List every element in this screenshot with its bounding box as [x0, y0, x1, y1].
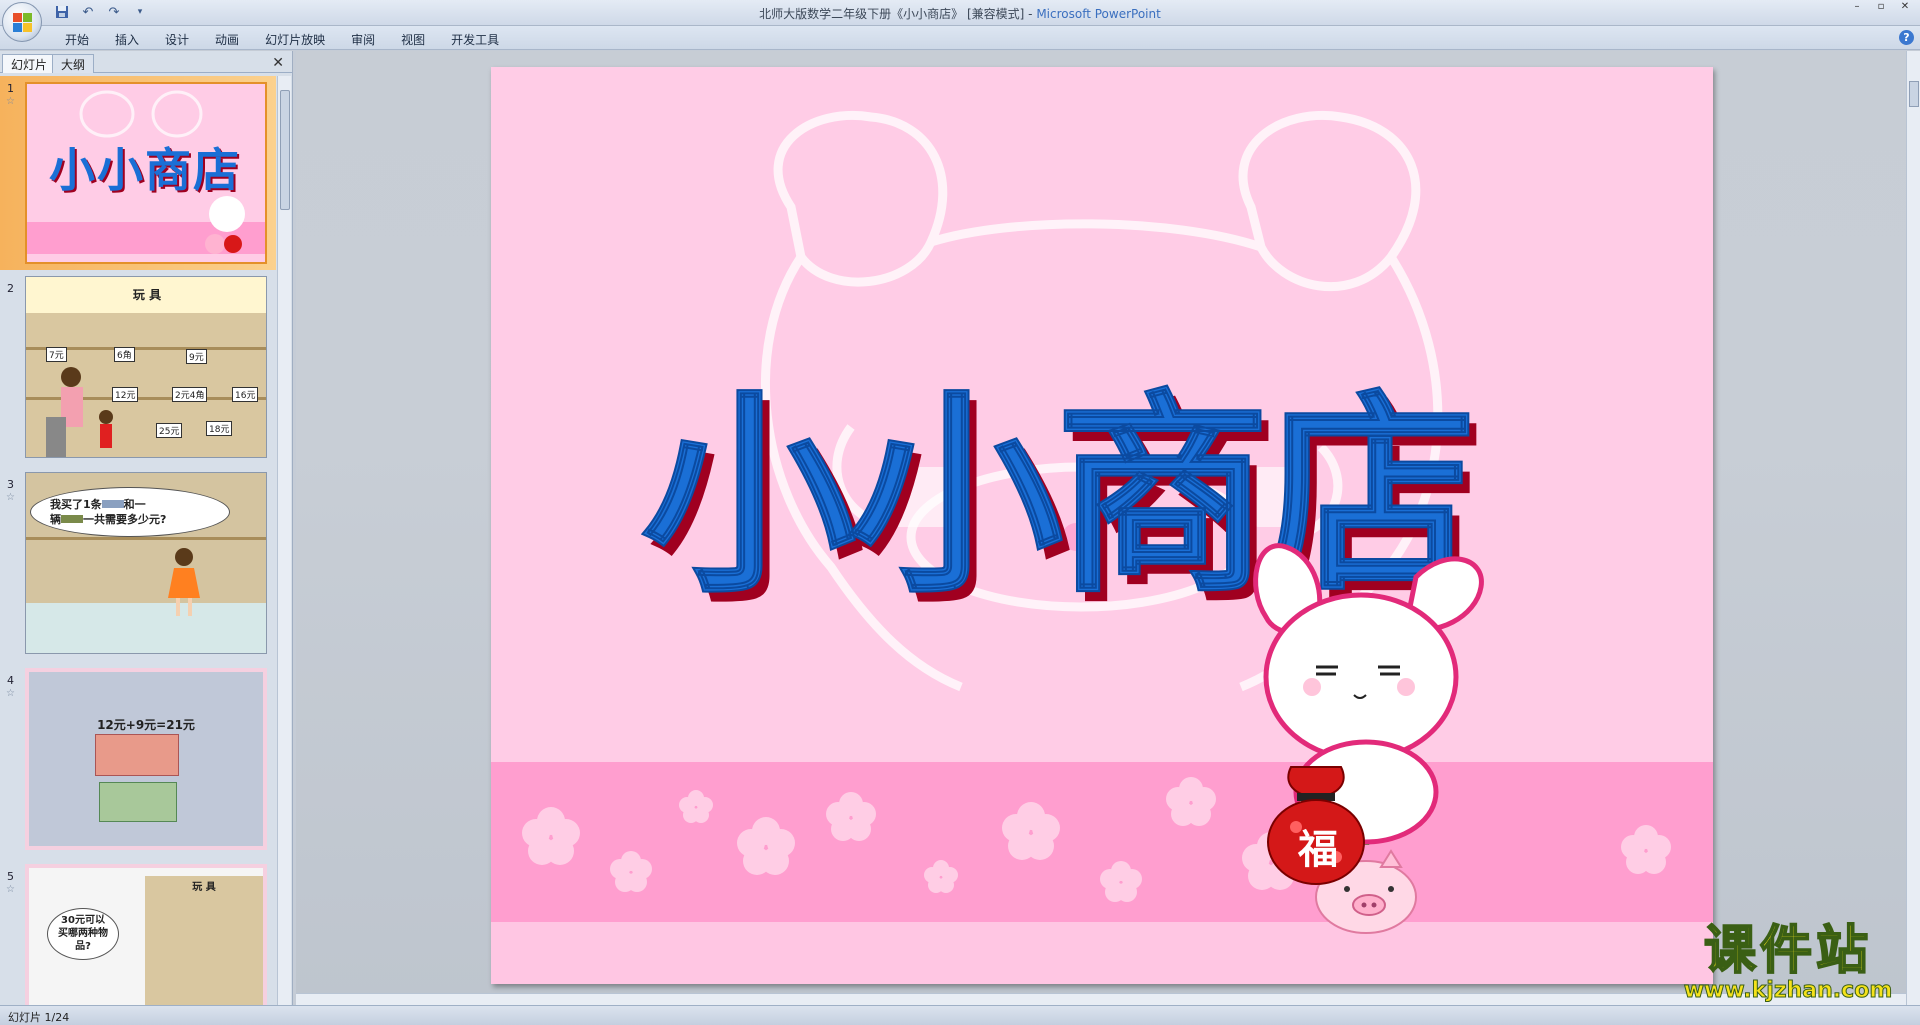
tab-developer[interactable]: 开发工具: [438, 29, 512, 47]
thumbnail-bubble: 我买了1条 和一 辆 一共需要多少元?: [50, 497, 210, 527]
tab-outline[interactable]: 大纲: [52, 54, 95, 73]
scrollbar-thumb[interactable]: [1909, 81, 1919, 107]
animation-star-icon: ☆: [6, 492, 15, 503]
tab-slide-show[interactable]: 幻灯片放映: [252, 29, 338, 47]
close-panel-icon[interactable]: ✕: [272, 55, 284, 71]
slide-number: 2: [7, 282, 14, 295]
thumbnail-equation: 12元+9元=21元: [97, 718, 195, 732]
title-bar: ↶ ↷ ▾ 北师大版数学二年级下册《小小商店》 [兼容模式] - Microso…: [0, 0, 1920, 26]
bottom-band: [491, 922, 1713, 984]
slide-thumbnail-2[interactable]: 2 玩 具 7元 6角 9元 12元 2元4角 16元 25元 18元: [0, 276, 276, 466]
thumbnail-image: 小小商店: [25, 82, 267, 264]
office-logo-icon: [13, 13, 33, 33]
bubble-text: 一共需要多少元?: [83, 513, 167, 526]
tab-home[interactable]: 开始: [52, 29, 102, 47]
lucky-bag-char: 福: [1298, 827, 1338, 873]
app-name: Microsoft PowerPoint: [1036, 7, 1161, 21]
price-label: 9元: [186, 349, 207, 364]
watermark-url: www.kjzhan.com: [1683, 978, 1893, 1003]
flower-decorations: [522, 777, 1671, 902]
bubble-text: 和一: [123, 498, 146, 511]
window-title: 北师大版数学二年级下册《小小商店》 [兼容模式] - Microsoft Pow…: [0, 5, 1920, 22]
slide-thumbnail-4[interactable]: 4 ☆ 12元+9元=21元: [0, 668, 276, 858]
animation-star-icon: ☆: [6, 884, 15, 895]
slide-counter: 幻灯片 1/24: [8, 1011, 70, 1024]
office-button[interactable]: [2, 2, 42, 42]
document-title: 北师大版数学二年级下册《小小商店》 [兼容模式] -: [759, 7, 1037, 21]
slides-panel: 幻灯片 大纲 ✕ 1 ☆ 小小商店 2 玩 具 7元 6角 9元 12元 2元4…: [0, 51, 293, 1005]
scrollbar-thumb[interactable]: [280, 90, 290, 210]
panel-tabs: 幻灯片 大纲 ✕: [0, 53, 292, 73]
bubble-text: 我买了1条: [50, 498, 102, 511]
slide-number: 4: [7, 674, 14, 687]
status-bar: 幻灯片 1/24: [0, 1005, 1920, 1025]
bubble-text: 辆: [50, 513, 61, 526]
slide-thumbnail-1[interactable]: 1 ☆ 小小商店: [0, 76, 276, 270]
maximize-icon[interactable]: ▫: [1870, 2, 1892, 14]
slide-thumbnail-5[interactable]: 5 ☆ 玩 具 30元可以买哪两种物品?: [0, 864, 276, 1005]
thumbnail-image: 我买了1条 和一 辆 一共需要多少元?: [25, 472, 267, 654]
slide-thumbnail-3[interactable]: 3 ☆ 我买了1条 和一 辆 一共需要多少元?: [0, 472, 276, 662]
help-icon[interactable]: ?: [1899, 30, 1914, 45]
editor-vertical-scrollbar[interactable]: [1906, 51, 1920, 1005]
watermark-cn: 课件站: [1703, 921, 1872, 981]
thumbnail-header: 玩 具: [26, 277, 266, 313]
slide-number: 5: [7, 870, 14, 883]
slide-editor: 小小商店 小小商店 福: [296, 51, 1906, 1005]
panel-scrollbar[interactable]: [277, 76, 291, 1005]
slide-number: 3: [7, 478, 14, 491]
ribbon: 开始 插入 设计 动画 幻灯片放映 审阅 视图 开发工具 ?: [0, 26, 1920, 50]
price-label: 16元: [232, 387, 259, 402]
tab-insert[interactable]: 插入: [102, 29, 152, 47]
thumbnail-header: 玩 具: [192, 882, 216, 893]
price-label: 18元: [206, 421, 233, 436]
price-label: 2元4角: [172, 387, 208, 402]
thumbnail-title: 小小商店: [49, 143, 241, 197]
slide-number: 1: [7, 82, 14, 95]
window-controls: – ▫ ✕: [1846, 2, 1916, 14]
thumbnail-image: 12元+9元=21元: [25, 668, 267, 850]
ribbon-tabs: 开始 插入 设计 动画 幻灯片放映 审阅 视图 开发工具: [52, 29, 512, 47]
tab-review[interactable]: 审阅: [338, 29, 388, 47]
animation-star-icon: ☆: [6, 96, 15, 107]
thumbnail-image: 玩 具 30元可以买哪两种物品?: [25, 864, 267, 1005]
editor-horizontal-scrollbar[interactable]: [296, 993, 1906, 1005]
minimize-icon[interactable]: –: [1846, 2, 1868, 14]
slide-canvas[interactable]: 小小商店 小小商店 福: [491, 67, 1713, 984]
thumbnail-bubble: 30元可以买哪两种物品?: [58, 915, 108, 952]
tab-slides[interactable]: 幻灯片: [2, 54, 57, 73]
site-watermark: 课件站 www.kjzhan.com: [1668, 921, 1908, 1003]
animation-star-icon: ☆: [6, 688, 15, 699]
price-label: 25元: [156, 423, 183, 438]
thumbnail-image: 玩 具 7元 6角 9元 12元 2元4角 16元 25元 18元: [25, 276, 267, 458]
slide-thumbnails: 1 ☆ 小小商店 2 玩 具 7元 6角 9元 12元 2元4角 16元 25元…: [0, 76, 276, 1005]
tab-design[interactable]: 设计: [152, 29, 202, 47]
close-icon[interactable]: ✕: [1894, 2, 1916, 14]
tab-view[interactable]: 视图: [388, 29, 438, 47]
tab-animations[interactable]: 动画: [202, 29, 252, 47]
price-label: 6角: [114, 347, 135, 362]
